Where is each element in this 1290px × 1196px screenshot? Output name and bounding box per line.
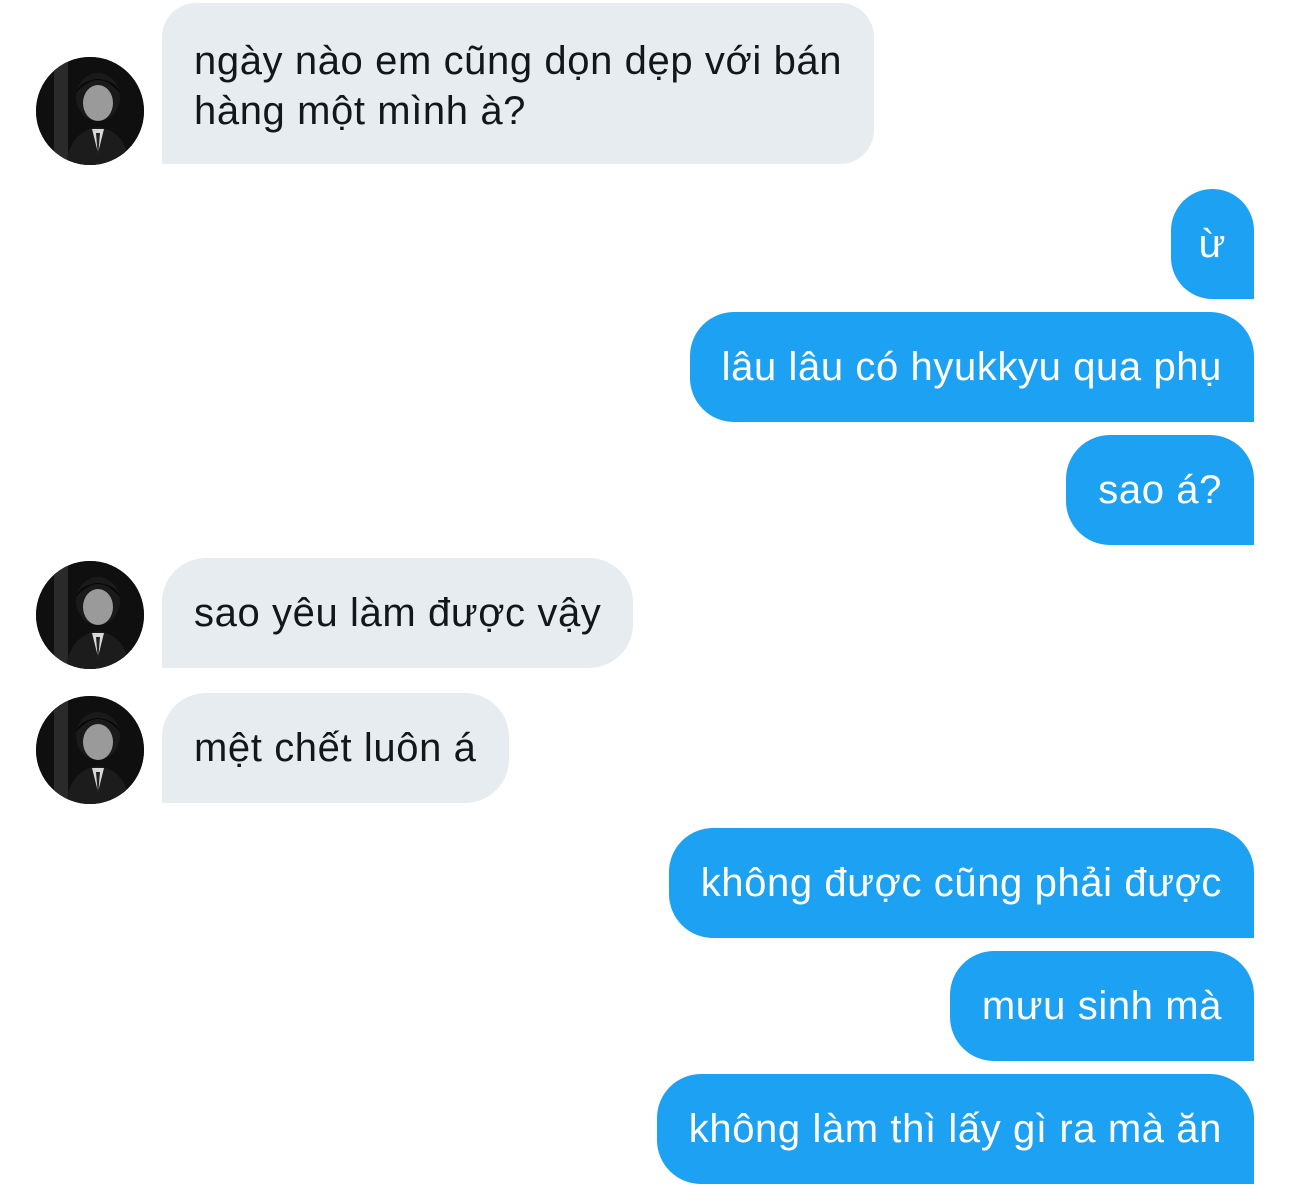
message-text: mệt chết luôn á	[194, 726, 477, 770]
avatar-photo-icon	[36, 57, 144, 165]
message-bubble-outgoing[interactable]: không được cũng phải được	[668, 828, 1254, 938]
message-text-line: hàng một mình à?	[194, 89, 527, 133]
message-text-line: ngày nào em cũng dọn dẹp với bán	[194, 39, 843, 83]
message-text: sao á?	[1098, 468, 1222, 512]
message-bubble-incoming[interactable]: ngày nào em cũng dọn dẹp với bán hàng mộ…	[162, 3, 875, 164]
avatar[interactable]	[36, 561, 144, 669]
message-bubble-outgoing[interactable]: không làm thì lấy gì ra mà ăn	[656, 1074, 1254, 1184]
message-text: không được cũng phải được	[700, 861, 1222, 905]
message-bubble-outgoing[interactable]: lâu lâu có hyukkyu qua phụ	[689, 312, 1254, 422]
avatar[interactable]	[36, 57, 144, 165]
message-text: ừ	[1198, 222, 1226, 266]
message-text: mưu sinh mà	[981, 984, 1222, 1028]
message-bubble-outgoing[interactable]: ừ	[1170, 189, 1254, 299]
message-text: không làm thì lấy gì ra mà ăn	[688, 1107, 1222, 1151]
avatar-photo-icon	[36, 696, 144, 804]
message-bubble-outgoing[interactable]: mưu sinh mà	[949, 951, 1254, 1061]
message-text: sao yêu làm được vậy	[194, 591, 602, 635]
avatar[interactable]	[36, 696, 144, 804]
message-bubble-incoming[interactable]: mệt chết luôn á	[162, 693, 509, 803]
message-text: lâu lâu có hyukkyu qua phụ	[721, 345, 1222, 389]
message-bubble-outgoing[interactable]: sao á?	[1066, 435, 1254, 545]
message-bubble-incoming[interactable]: sao yêu làm được vậy	[162, 558, 634, 668]
avatar-photo-icon	[36, 561, 144, 669]
